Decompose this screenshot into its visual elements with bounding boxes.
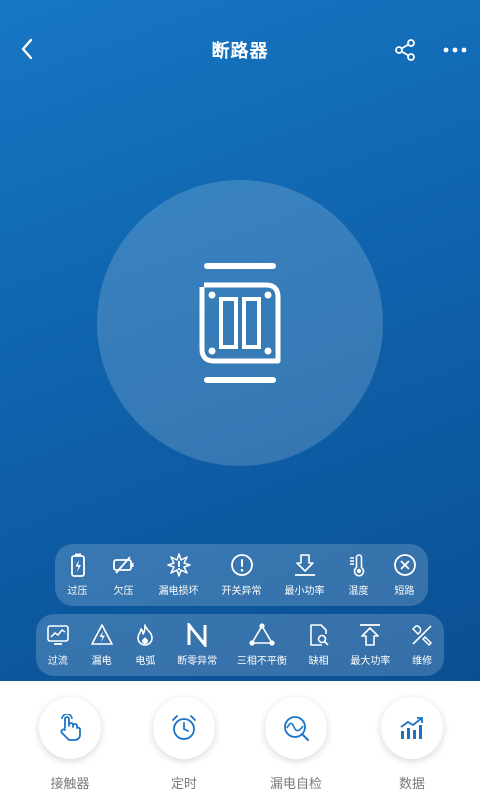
status-item-temperature[interactable]: 温度 [348, 544, 370, 606]
triangle-bolt-icon [90, 624, 113, 645]
status-item-leakage[interactable]: 漏电 [90, 614, 114, 676]
chart-growth-icon [400, 717, 423, 739]
status-row-primary: 过压 欠压 漏电损坏 开关异常 最小功率 温度 短路 [55, 544, 428, 606]
document-search-icon [309, 624, 329, 646]
status-label: 漏电 [91, 656, 112, 667]
share-icon [395, 39, 415, 61]
triangle-nodes-icon [249, 623, 275, 646]
status-label: 欠压 [113, 586, 134, 597]
leakage-selftest-button[interactable]: 漏电自检 [246, 697, 346, 792]
monitor-wave-icon [47, 625, 69, 645]
status-item-leakage-damage[interactable]: 漏电损坏 [159, 544, 199, 606]
leakage-selftest-label: 漏电自检 [269, 777, 322, 792]
status-label: 缺相 [308, 656, 329, 667]
leakage-selftest-circle[interactable] [265, 697, 327, 759]
contactor-label: 接触器 [50, 777, 90, 792]
bottom-action-bar: 接触器 定时 漏电自检 数据 [0, 681, 480, 800]
status-item-overcurrent[interactable]: 过流 [46, 614, 70, 676]
timer-button[interactable]: 定时 [134, 697, 234, 792]
status-item-overvoltage[interactable]: 过压 [67, 544, 89, 606]
burst-alert-icon [166, 553, 191, 577]
download-arrow-icon [294, 554, 315, 576]
status-item-short-circuit[interactable]: 短路 [393, 544, 417, 606]
breaker-device-display[interactable] [97, 180, 383, 466]
letter-n-icon [187, 623, 207, 647]
status-label: 最大功率 [350, 656, 391, 667]
thermometer-icon [349, 554, 364, 577]
battery-bolt-icon [70, 553, 85, 577]
timer-label: 定时 [170, 777, 197, 792]
main-panel: 断路器 过压 欠压 漏电损坏 开关异常 最小功率 温度 短路 过流 漏电 电弧 … [0, 0, 480, 681]
app-header: 断路器 [0, 0, 480, 98]
status-label: 开关异常 [221, 586, 262, 597]
contactor-circle[interactable] [39, 697, 101, 759]
battery-slash-icon [112, 556, 133, 574]
status-label: 电弧 [135, 656, 156, 667]
data-circle[interactable] [381, 697, 443, 759]
status-item-repair[interactable]: 维修 [410, 614, 434, 676]
status-item-min-power[interactable]: 最小功率 [285, 544, 325, 606]
status-row-secondary: 过流 漏电 电弧 断零异常 三相不平衡 缺相 最大功率 维修 [36, 614, 444, 676]
more-button[interactable] [440, 36, 470, 64]
hand-touch-icon [60, 714, 81, 741]
x-circle-icon [393, 554, 416, 576]
status-item-three-phase-imbalance[interactable]: 三相不平衡 [237, 614, 287, 676]
status-label: 过流 [47, 656, 68, 667]
status-item-max-power[interactable]: 最大功率 [350, 614, 390, 676]
status-item-phase-loss[interactable]: 缺相 [307, 614, 331, 676]
status-item-arc[interactable]: 电弧 [133, 614, 157, 676]
tools-icon [412, 625, 433, 647]
data-label: 数据 [398, 777, 425, 792]
status-label: 温度 [348, 586, 369, 597]
status-label: 过压 [67, 586, 88, 597]
status-item-switch-abnormal[interactable]: 开关异常 [222, 544, 262, 606]
flame-icon [137, 624, 154, 646]
alarm-clock-icon [172, 715, 196, 740]
status-label: 断零异常 [177, 656, 218, 667]
status-label: 三相不平衡 [236, 656, 287, 667]
status-label: 短路 [394, 586, 415, 597]
share-button[interactable] [390, 36, 420, 64]
status-label: 维修 [412, 656, 433, 667]
status-label: 漏电损坏 [158, 586, 199, 597]
timer-circle[interactable] [153, 697, 215, 759]
wave-search-icon [284, 716, 309, 741]
status-label: 最小功率 [284, 586, 325, 597]
data-button[interactable]: 数据 [362, 697, 462, 792]
status-item-undervoltage[interactable]: 欠压 [112, 544, 136, 606]
status-item-neutral-break[interactable]: 断零异常 [177, 614, 217, 676]
circuit-breaker-icon [199, 263, 281, 383]
contactor-button[interactable]: 接触器 [20, 697, 120, 792]
more-dots-icon [443, 47, 467, 53]
exclamation-circle-icon [230, 554, 253, 576]
upload-arrow-icon [360, 624, 381, 646]
